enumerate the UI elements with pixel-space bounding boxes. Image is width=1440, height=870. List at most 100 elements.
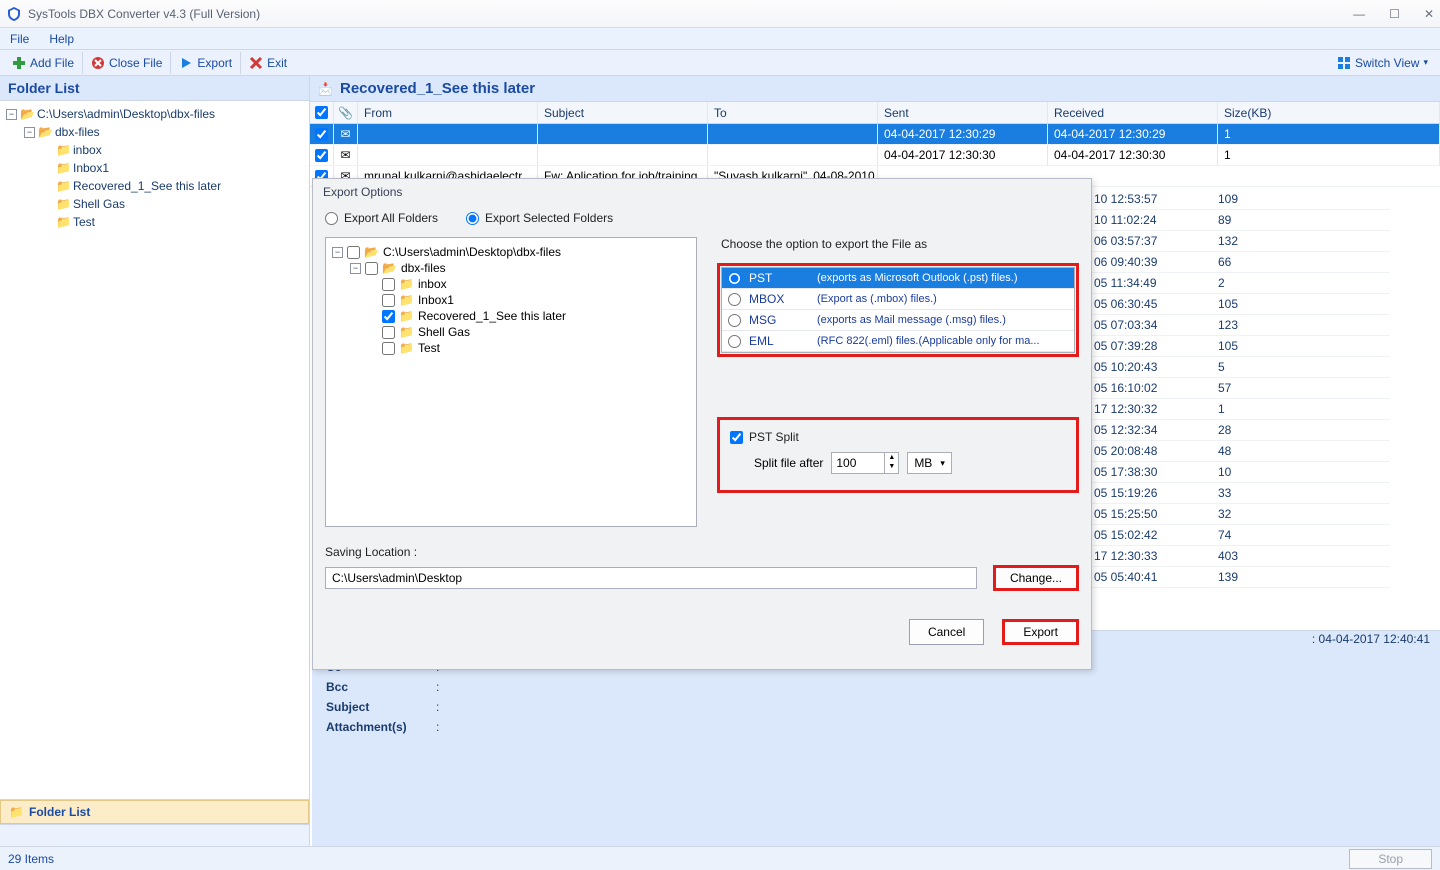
export-selected-radio[interactable]: Export Selected Folders: [466, 211, 613, 225]
exit-button[interactable]: Exit: [240, 52, 295, 74]
menu-file[interactable]: File: [10, 32, 29, 46]
folder-tree[interactable]: −📂C:\Users\admin\Desktop\dbx-files −📂dbx…: [0, 101, 309, 799]
folder-open-icon: 📂: [364, 245, 379, 259]
menu-help[interactable]: Help: [49, 32, 74, 46]
chevron-down-icon: ▾: [940, 458, 945, 469]
minimize-button[interactable]: —: [1353, 7, 1365, 21]
email-row-partial[interactable]: 05 12:32:3428: [1090, 420, 1390, 441]
saving-path[interactable]: C:\Users\admin\Desktop: [325, 567, 977, 589]
plus-icon: [12, 56, 26, 70]
spin-down-icon[interactable]: ▼: [885, 462, 898, 471]
email-row[interactable]: ✉ 04-04-2017 12:30:29 04-04-2017 12:30:2…: [310, 124, 1440, 145]
attachment-col-icon[interactable]: 📎: [334, 102, 358, 123]
grid-icon: [1337, 56, 1351, 70]
email-row-partial[interactable]: 05 20:08:4848: [1090, 441, 1390, 462]
toolbar: Add File Close File Export Exit Switch V…: [0, 50, 1440, 76]
expand-icon[interactable]: −: [332, 247, 343, 258]
col-from[interactable]: From: [358, 102, 538, 123]
email-row-partial[interactable]: 06 03:57:37132: [1090, 231, 1390, 252]
split-after-label: Split file after: [754, 456, 823, 470]
folder-list-tab[interactable]: 📁 Folder List: [0, 800, 309, 824]
format-option-pst[interactable]: PST(exports as Microsoft Outlook (.pst) …: [722, 268, 1074, 289]
email-rows-overflow: 10 12:53:5710910 11:02:248906 03:57:3713…: [1090, 189, 1390, 588]
email-row-partial[interactable]: 05 15:19:2633: [1090, 483, 1390, 504]
left-blank: [0, 824, 309, 846]
col-received[interactable]: Received: [1048, 102, 1218, 123]
titlebar: SysTools DBX Converter v4.3 (Full Versio…: [0, 0, 1440, 28]
current-folder-bar: 📩 Recovered_1_See this later: [310, 76, 1440, 102]
modified-date: : 04-04-2017 12:40:41: [1312, 632, 1430, 646]
email-row-partial[interactable]: 05 10:20:435: [1090, 357, 1390, 378]
expand-icon[interactable]: −: [350, 263, 361, 274]
folder-open-icon: 📂: [38, 125, 52, 139]
email-row-partial[interactable]: 05 06:30:45105: [1090, 294, 1390, 315]
email-row-partial[interactable]: 17 12:30:33403: [1090, 546, 1390, 567]
choose-format-label: Choose the option to export the File as: [717, 237, 1079, 251]
format-option-eml[interactable]: EML(RFC 822(.eml) files.(Applicable only…: [722, 331, 1074, 352]
window-title: SysTools DBX Converter v4.3 (Full Versio…: [28, 7, 1353, 21]
change-button[interactable]: Change...: [993, 565, 1079, 591]
menubar: File Help: [0, 28, 1440, 50]
folder-icon: 📁: [399, 309, 414, 323]
x-icon: [249, 56, 263, 70]
expand-icon[interactable]: −: [24, 127, 35, 138]
select-all-checkbox[interactable]: [315, 106, 328, 119]
export-all-radio[interactable]: Export All Folders: [325, 211, 438, 225]
email-row-partial[interactable]: 05 05:40:41139: [1090, 567, 1390, 588]
folder-icon: 📁: [399, 293, 414, 307]
format-option-mbox[interactable]: MBOX(Export as (.mbox) files.): [722, 289, 1074, 310]
cancel-button[interactable]: Cancel: [909, 619, 984, 645]
stop-button[interactable]: Stop: [1349, 849, 1432, 869]
email-row-partial[interactable]: 10 12:53:57109: [1090, 189, 1390, 210]
item-count: 29 Items: [8, 852, 54, 866]
add-file-button[interactable]: Add File: [4, 52, 82, 74]
folder-open-icon: 📂: [20, 107, 34, 121]
spin-up-icon[interactable]: ▲: [885, 453, 898, 462]
close-file-button[interactable]: Close File: [82, 52, 170, 74]
close-button[interactable]: ✕: [1424, 7, 1434, 21]
email-row-partial[interactable]: 05 15:02:4274: [1090, 525, 1390, 546]
col-sent[interactable]: Sent: [878, 102, 1048, 123]
folder-icon: 📁: [399, 325, 414, 339]
export-button[interactable]: Export: [170, 52, 240, 74]
folder-list-header: Folder List: [0, 76, 309, 101]
email-row-partial[interactable]: 05 16:10:0257: [1090, 378, 1390, 399]
folder-icon: 📁: [399, 277, 414, 291]
play-icon: [179, 56, 193, 70]
format-option-msg[interactable]: MSG(exports as Mail message (.msg) files…: [722, 310, 1074, 331]
email-row-partial[interactable]: 17 12:30:321: [1090, 399, 1390, 420]
email-row-partial[interactable]: 06 09:40:3966: [1090, 252, 1390, 273]
folder-icon: 📁: [56, 197, 70, 211]
email-list-header: 📎 From Subject To Sent Received Size(KB): [310, 102, 1440, 124]
expand-icon[interactable]: −: [6, 109, 17, 120]
export-folder-tree[interactable]: −📂C:\Users\admin\Desktop\dbx-files −📂dbx…: [325, 237, 697, 527]
email-row-partial[interactable]: 05 17:38:3010: [1090, 462, 1390, 483]
format-list: PST(exports as Microsoft Outlook (.pst) …: [721, 267, 1075, 353]
col-subject[interactable]: Subject: [538, 102, 708, 123]
email-row-partial[interactable]: 05 11:34:492: [1090, 273, 1390, 294]
col-size[interactable]: Size(KB): [1218, 102, 1440, 123]
folder-icon: 📁: [9, 805, 23, 819]
email-row-partial[interactable]: 10 11:02:2489: [1090, 210, 1390, 231]
split-size-input[interactable]: ▲▼: [831, 452, 899, 474]
maximize-button[interactable]: ☐: [1389, 7, 1400, 21]
mail-icon: ✉: [340, 127, 350, 141]
email-row[interactable]: ✉ 04-04-2017 12:30:30 04-04-2017 12:30:3…: [310, 145, 1440, 166]
email-row-partial[interactable]: 05 07:03:34123: [1090, 315, 1390, 336]
saving-location-label: Saving Location :: [325, 545, 1079, 559]
chevron-down-icon: ▾: [1423, 57, 1428, 68]
x-circle-icon: [91, 56, 105, 70]
folder-icon: 📁: [56, 215, 70, 229]
status-bar: 29 Items Stop: [0, 846, 1440, 870]
export-confirm-button[interactable]: Export: [1002, 619, 1079, 645]
mail-icon: ✉: [340, 148, 350, 162]
split-unit-select[interactable]: MB▾: [907, 452, 952, 474]
pst-split-checkbox[interactable]: [730, 431, 743, 444]
mail-folder-icon: 📩: [318, 82, 332, 96]
folder-icon: 📁: [399, 341, 414, 355]
folder-icon: 📁: [56, 143, 70, 157]
email-row-partial[interactable]: 05 07:39:28105: [1090, 336, 1390, 357]
col-to[interactable]: To: [708, 102, 878, 123]
switch-view-button[interactable]: Switch View ▾: [1329, 52, 1436, 74]
email-row-partial[interactable]: 05 15:25:5032: [1090, 504, 1390, 525]
